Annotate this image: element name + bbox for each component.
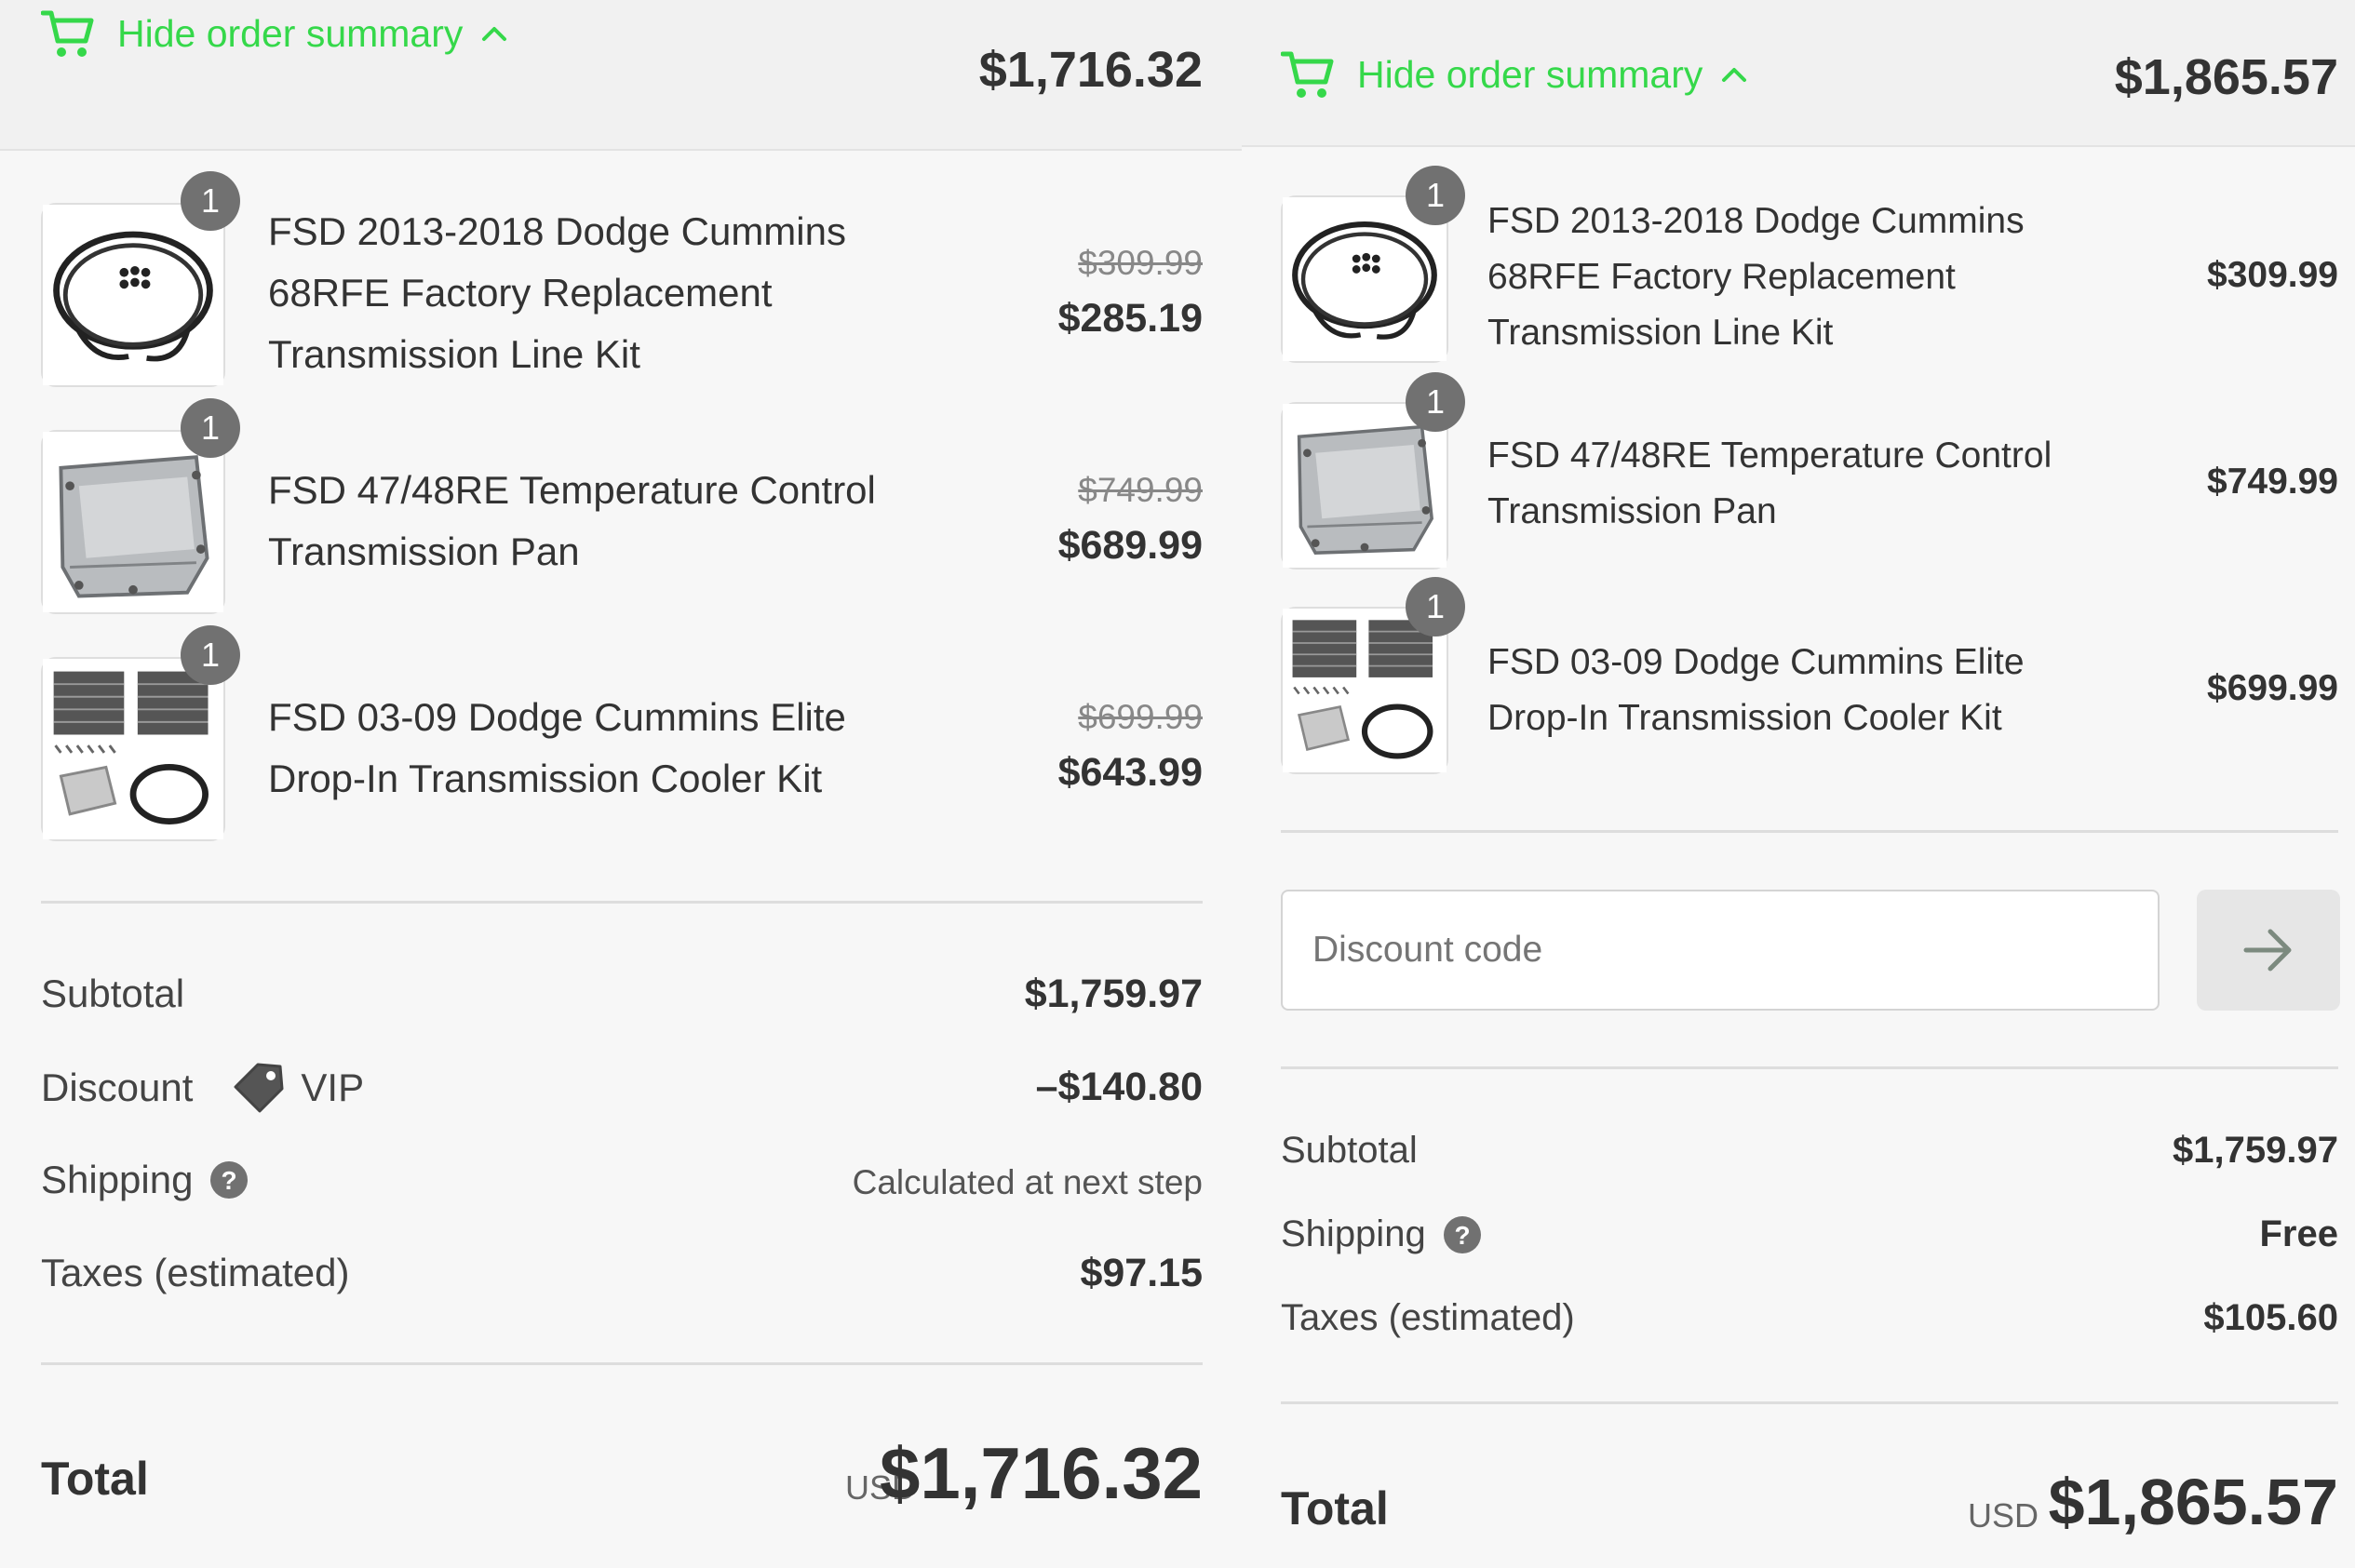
hose-kit-icon <box>43 205 223 385</box>
divider <box>1281 1066 2338 1069</box>
total-amount: $1,716.32 <box>879 1432 1203 1514</box>
product-name-line: FSD 2013-2018 Dodge Cummins <box>1487 201 2025 241</box>
toggle-label: Hide order summary <box>1357 52 1703 96</box>
help-icon[interactable] <box>1443 1215 1482 1254</box>
cooler-kit-icon <box>43 659 223 839</box>
product-name: FSD 2013-2018 Dodge Cummins 68RFE Factor… <box>1487 194 2025 361</box>
cart-icon <box>1281 48 1335 101</box>
right-order-summary: Hide order summary $1,865.57 1 FSD 2013-… <box>1242 0 2355 1568</box>
shipping-label: Shipping <box>41 1158 194 1201</box>
sale-price: $643.99 <box>1057 750 1203 795</box>
divider <box>1281 830 2338 833</box>
tag-icon <box>232 1061 286 1115</box>
subtotal-label: Subtotal <box>1281 1130 1418 1171</box>
shipping-value: Calculated at next step <box>852 1163 1203 1201</box>
total-label: Total <box>41 1453 149 1505</box>
sale-price: $285.19 <box>1057 296 1203 341</box>
hide-order-summary-toggle[interactable]: Hide order summary <box>41 7 507 60</box>
chevron-up-icon <box>481 24 507 43</box>
taxes-value: $105.60 <box>2203 1297 2338 1338</box>
product-name-line: Transmission Line Kit <box>268 332 640 376</box>
taxes-label: Taxes (estimated) <box>1281 1297 1575 1338</box>
quantity-badge: 1 <box>181 171 240 231</box>
product-name-line: FSD 47/48RE Temperature Control <box>1487 436 2052 476</box>
order-summary-header: Hide order summary $1,716.32 <box>0 0 1242 151</box>
product-name-line: FSD 2013-2018 Dodge Cummins <box>268 209 846 253</box>
original-price: $749.99 <box>1078 471 1203 509</box>
original-price: $309.99 <box>1078 244 1203 282</box>
subtotal-value: $1,759.97 <box>1024 972 1203 1016</box>
original-price: $699.99 <box>1078 698 1203 736</box>
product-name-line: 68RFE Factory Replacement <box>268 271 773 315</box>
discount-code-input[interactable] <box>1281 890 2160 1011</box>
discount-value: –$140.80 <box>1035 1065 1203 1109</box>
product-name-line: Drop-In Transmission Cooler Kit <box>268 757 823 800</box>
header-total: $1,865.57 <box>2114 49 2338 105</box>
quantity-badge: 1 <box>181 398 240 458</box>
taxes-value: $97.15 <box>1080 1251 1203 1295</box>
header-total: $1,716.32 <box>978 42 1203 98</box>
chevron-up-icon <box>1721 65 1747 84</box>
divider <box>41 1362 1203 1365</box>
discount-row: Discount VIP <box>41 1061 364 1115</box>
product-name: FSD 2013-2018 Dodge Cummins 68RFE Factor… <box>268 201 846 385</box>
product-name-line: FSD 03-09 Dodge Cummins Elite <box>268 695 846 739</box>
discount-label: Discount <box>41 1065 194 1109</box>
product-name: FSD 47/48RE Temperature Control Transmis… <box>268 460 876 583</box>
quantity-badge: 1 <box>181 625 240 685</box>
taxes-label: Taxes (estimated) <box>41 1251 350 1294</box>
divider <box>41 901 1203 904</box>
shipping-row: Shipping <box>41 1158 249 1202</box>
product-name-line: FSD 03-09 Dodge Cummins Elite <box>1487 642 2025 682</box>
product-name-line: Transmission Line Kit <box>1487 313 1834 353</box>
toggle-label: Hide order summary <box>117 11 464 55</box>
product-name-line: 68RFE Factory Replacement <box>1487 257 1956 297</box>
product-name-line: Drop-In Transmission Cooler Kit <box>1487 698 2002 738</box>
product-name-line: Transmission Pan <box>268 529 580 573</box>
apply-discount-button[interactable] <box>2197 890 2340 1011</box>
item-price: $309.99 <box>2207 255 2338 295</box>
quantity-badge: 1 <box>1406 577 1465 637</box>
hide-order-summary-toggle[interactable]: Hide order summary <box>1281 48 1747 101</box>
product-thumbnail <box>41 657 225 841</box>
order-summary-header: Hide order summary $1,865.57 <box>1242 0 2355 147</box>
divider <box>1281 1401 2338 1404</box>
product-name: FSD 03-09 Dodge Cummins Elite Drop-In Tr… <box>1487 635 2025 746</box>
product-thumbnail <box>41 203 225 387</box>
product-name-line: FSD 47/48RE Temperature Control <box>268 468 876 512</box>
product-name: FSD 47/48RE Temperature Control Transmis… <box>1487 428 2052 540</box>
subtotal-value: $1,759.97 <box>2173 1130 2338 1171</box>
sale-price: $689.99 <box>1057 523 1203 568</box>
item-price: $749.99 <box>2207 462 2338 502</box>
shipping-label: Shipping <box>1281 1213 1426 1254</box>
item-price: $699.99 <box>2207 668 2338 708</box>
subtotal-label: Subtotal <box>41 972 185 1015</box>
product-name-line: Transmission Pan <box>1487 491 1777 531</box>
help-icon[interactable] <box>209 1160 249 1199</box>
shipping-row: Shipping <box>1281 1213 1482 1255</box>
trans-pan-icon <box>43 432 223 612</box>
discount-code: VIP <box>301 1065 365 1109</box>
left-order-summary: Hide order summary $1,716.32 1 FSD 2013-… <box>0 0 1242 1568</box>
shipping-value: Free <box>2259 1213 2339 1254</box>
product-thumbnail <box>41 430 225 614</box>
product-name: FSD 03-09 Dodge Cummins Elite Drop-In Tr… <box>268 687 846 810</box>
quantity-badge: 1 <box>1406 166 1465 225</box>
total-currency: USD <box>1967 1496 2039 1534</box>
quantity-badge: 1 <box>1406 372 1465 432</box>
arrow-right-icon <box>2243 929 2292 972</box>
total-amount: $1,865.57 <box>2048 1466 2338 1538</box>
total-label: Total <box>1281 1482 1389 1534</box>
cart-icon <box>41 7 95 60</box>
